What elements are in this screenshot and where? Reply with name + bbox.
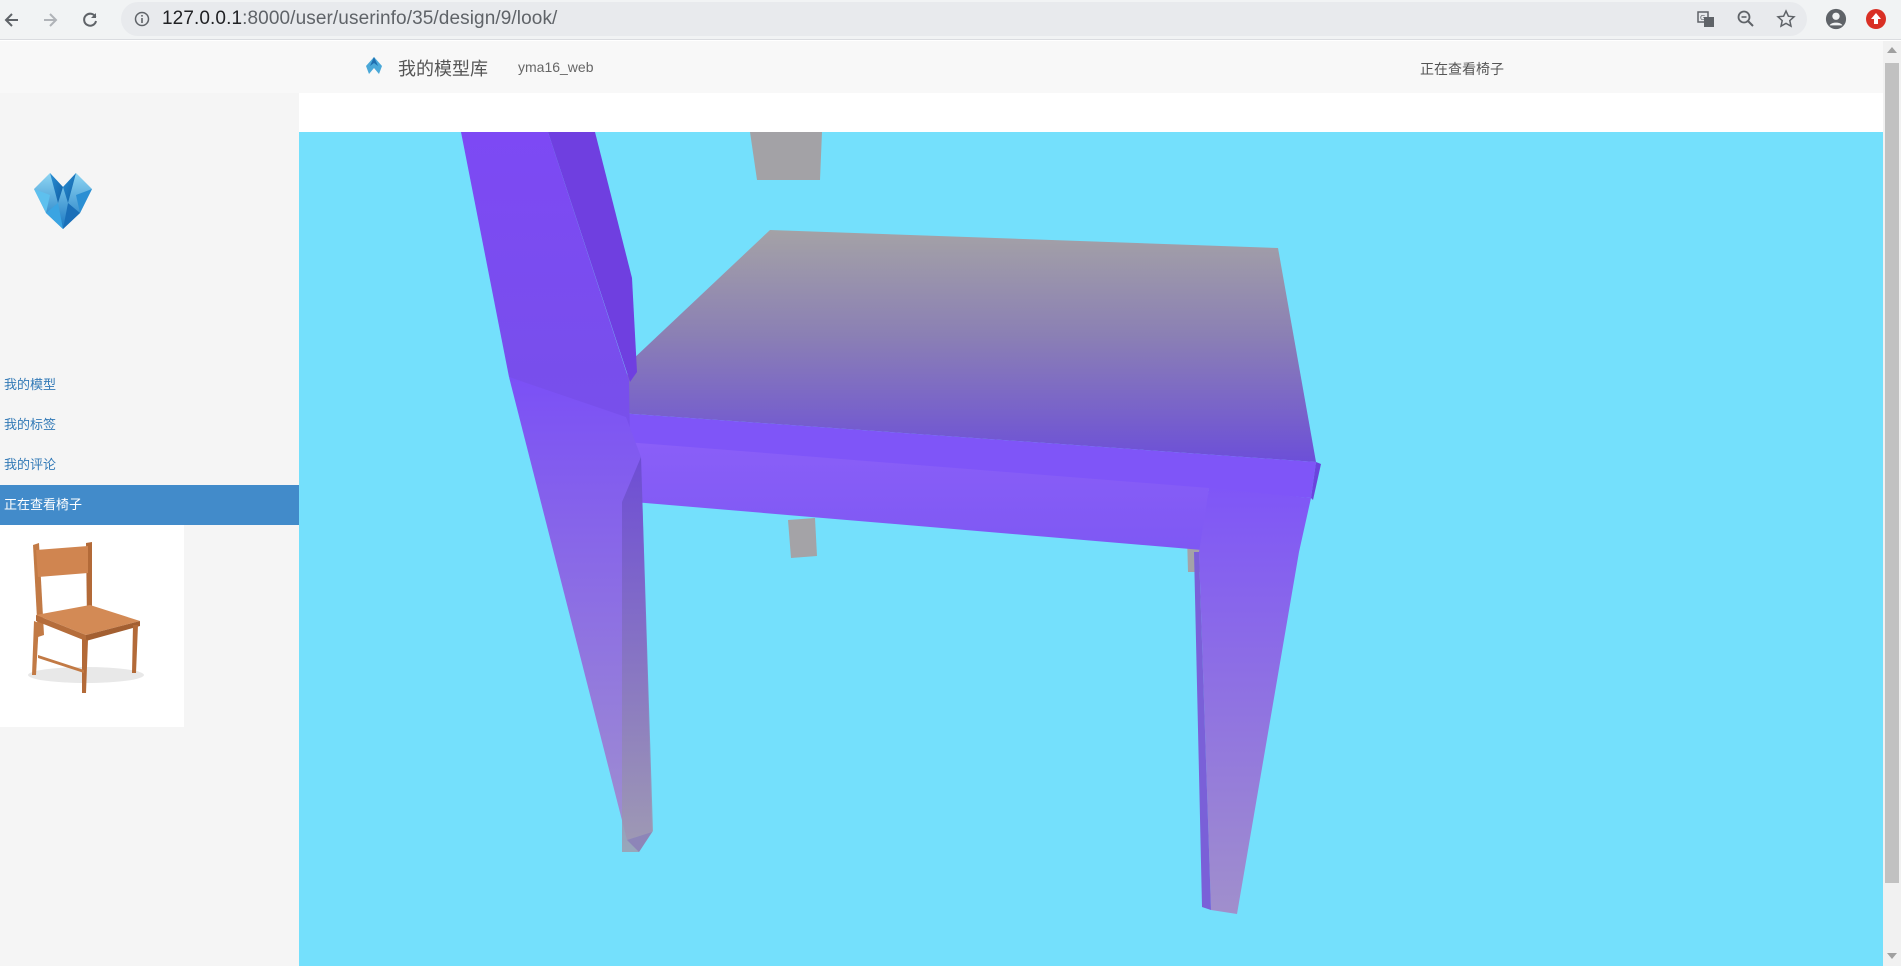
page-scrollbar[interactable] — [1883, 41, 1901, 966]
site-info-icon[interactable] — [131, 8, 153, 30]
update-icon[interactable] — [1865, 8, 1887, 30]
sidebar-item-my-tags[interactable]: 我的标签 — [0, 405, 299, 445]
reload-icon — [83, 12, 97, 27]
scrollbar-thumb[interactable] — [1885, 63, 1899, 883]
site-logo-icon — [34, 173, 92, 229]
back-arrow-icon — [4, 13, 18, 27]
3d-viewer-canvas[interactable] — [299, 132, 1883, 966]
sidebar-item-my-comments[interactable]: 我的评论 — [0, 445, 299, 485]
sidebar-item-my-models[interactable]: 我的模型 — [0, 365, 299, 405]
svg-text:G: G — [1700, 14, 1705, 22]
top-navbar: 我的模型库 yma16_web 正在查看椅子 — [0, 41, 1883, 93]
reload-button[interactable] — [78, 8, 102, 32]
url-text[interactable]: 127.0.0.1:8000/user/userinfo/35/design/9… — [162, 8, 557, 30]
sidebar: 我的模型 我的标签 我的评论 正在查看椅子 — [0, 93, 299, 966]
bookmark-star-icon[interactable] — [1775, 8, 1797, 30]
scroll-down-arrow-icon[interactable] — [1887, 953, 1897, 959]
chair-thumbnail-image — [28, 542, 144, 693]
sidebar-item-label: 我的评论 — [4, 457, 57, 472]
brand-link[interactable]: 我的模型库 — [398, 55, 488, 81]
scroll-up-arrow-icon[interactable] — [1887, 47, 1897, 53]
chair-3d-model — [461, 132, 1321, 914]
brand-logo-icon — [366, 57, 382, 74]
zoom-icon[interactable] — [1735, 8, 1757, 30]
browser-toolbar: 127.0.0.1:8000/user/userinfo/35/design/9… — [0, 0, 1901, 40]
page: 我的模型库 yma16_web 正在查看椅子 我的模型 我的标签 我的评论 正在… — [0, 41, 1883, 966]
viewer-header-space — [299, 93, 1883, 133]
translate-icon[interactable]: G — [1695, 8, 1717, 30]
back-button[interactable] — [0, 8, 24, 32]
username-link[interactable]: yma16_web — [518, 59, 594, 75]
sidebar-item-label: 我的标签 — [4, 417, 57, 432]
sidebar-item-label: 正在查看椅子 — [4, 497, 83, 512]
profile-avatar-icon[interactable] — [1825, 8, 1847, 30]
forward-button[interactable] — [38, 8, 62, 32]
chair-thumbnail[interactable] — [0, 525, 184, 727]
url-path: :8000/user/userinfo/35/design/9/look/ — [242, 8, 558, 29]
url-host: 127.0.0.1 — [162, 8, 243, 29]
sidebar-item-viewing-chair[interactable]: 正在查看椅子 — [0, 485, 299, 525]
sidebar-item-label: 我的模型 — [4, 377, 57, 392]
viewing-status[interactable]: 正在查看椅子 — [1420, 59, 1504, 79]
forward-arrow-icon — [44, 13, 58, 27]
